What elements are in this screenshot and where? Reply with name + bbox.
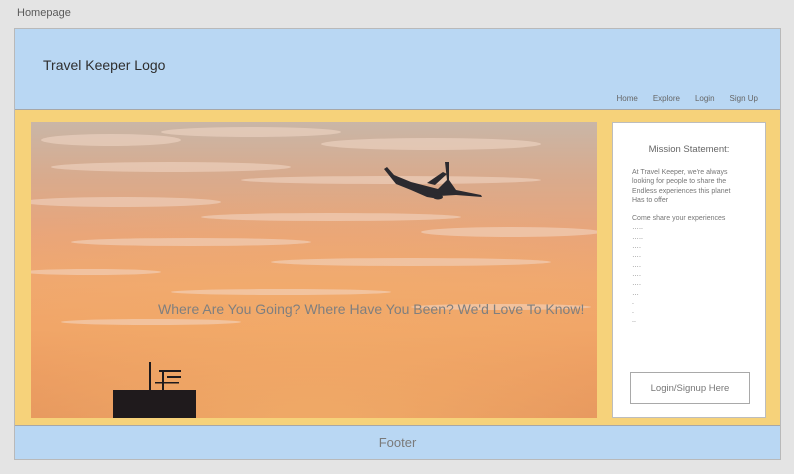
mission-cta-text: Come share your experiences bbox=[632, 215, 726, 223]
mission-panel: Mission Statement: At Travel Keeper, we'… bbox=[612, 122, 766, 418]
placeholder-dots: …. bbox=[632, 261, 641, 269]
mission-line: Endless experiences this planet bbox=[632, 187, 731, 195]
placeholder-dots: …. bbox=[632, 270, 641, 278]
mission-line: looking for people to share the bbox=[632, 178, 727, 186]
airplane-sunset-image bbox=[31, 122, 597, 418]
placeholder-dots: … bbox=[632, 289, 639, 297]
mission-title: Mission Statement: bbox=[648, 144, 730, 155]
hero-tagline: Where Are You Going? Where Have You Been… bbox=[158, 301, 585, 317]
placeholder-dots: . bbox=[632, 298, 634, 306]
page-label: Homepage bbox=[17, 7, 71, 19]
placeholder-dots: ….. bbox=[632, 224, 643, 232]
placeholder-dots: …. bbox=[632, 280, 641, 288]
site-logo[interactable]: Travel Keeper Logo bbox=[43, 57, 165, 73]
mission-line: Has to offer bbox=[632, 196, 669, 204]
placeholder-dots: . bbox=[632, 308, 634, 316]
homepage-wireframe: Travel Keeper Logo Home Explore Login Si… bbox=[14, 28, 781, 460]
mission-line: At Travel Keeper, we're always bbox=[632, 169, 728, 176]
mission-body: At Travel Keeper, we're always looking f… bbox=[632, 168, 752, 326]
login-signup-button[interactable]: Login/Signup Here bbox=[630, 372, 750, 404]
nav-explore[interactable]: Explore bbox=[653, 94, 680, 103]
site-header: Travel Keeper Logo Home Explore Login Si… bbox=[15, 29, 780, 110]
nav-login[interactable]: Login bbox=[695, 94, 715, 103]
placeholder-dots: ….. bbox=[632, 233, 643, 241]
hero-banner: Where Are You Going? Where Have You Been… bbox=[31, 122, 597, 418]
placeholder-dots: .. bbox=[632, 317, 636, 325]
site-footer: Footer bbox=[15, 425, 780, 459]
nav-sign-up[interactable]: Sign Up bbox=[730, 94, 758, 103]
main-nav: Home Explore Login Sign Up bbox=[616, 94, 758, 103]
nav-home[interactable]: Home bbox=[616, 94, 637, 103]
placeholder-dots: …. bbox=[632, 252, 641, 260]
placeholder-dots: …. bbox=[632, 243, 641, 251]
